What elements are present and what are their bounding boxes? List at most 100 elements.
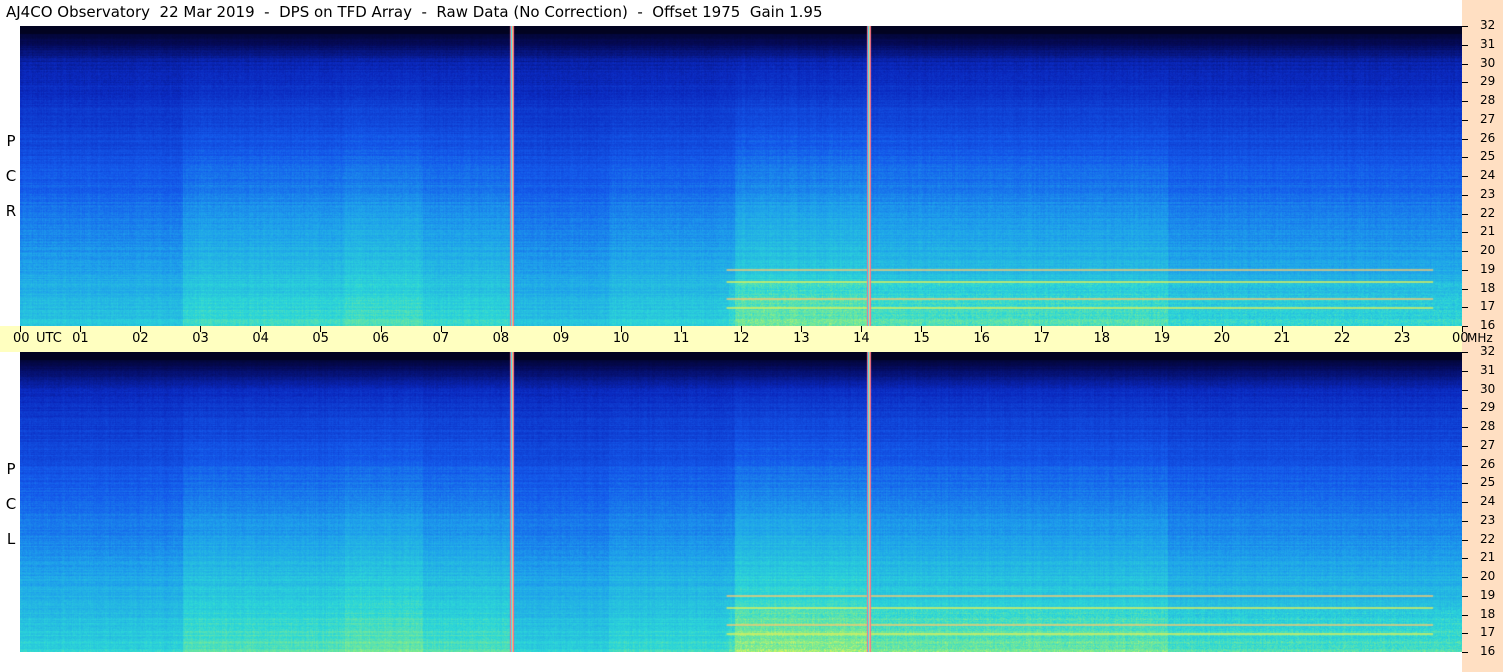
utc-tick-label: 03 [192,331,209,346]
x-axis-unit: MHz [1467,331,1493,345]
freq-tick-label: 20 [1480,243,1496,257]
freq-tick-label: 27 [1480,437,1496,452]
freq-tick [1462,539,1468,541]
freq-tick-label: 17 [1480,299,1496,314]
freq-tick-label: 31 [1480,362,1496,377]
freq-tick-label: 22 [1480,205,1496,220]
utc-tick-label: 02 [132,331,149,346]
spectrogram-rcp-canvas [20,26,1462,326]
utc-tick-label: 01 [72,331,89,346]
utc-tick-label: 04 [252,331,269,346]
freq-tick-label: 29 [1480,400,1496,415]
freq-tick [1462,483,1468,485]
utc-tick-label: 10 [612,331,630,346]
chart-title: AJ4CO Observatory 22 Mar 2019 - DPS on T… [6,3,823,21]
freq-tick [1462,633,1468,635]
freq-tick [1462,101,1468,102]
freq-tick-label: 25 [1480,475,1496,490]
freq-tick-label: 29 [1480,74,1496,89]
utc-tick-label: 19 [1153,331,1171,346]
utc-unit-label: UTC [36,331,62,346]
freq-tick-label: 26 [1480,456,1496,471]
spectrogram-lcp-canvas [20,352,1462,652]
freq-tick-label: 30 [1480,381,1496,396]
freq-tick [1462,520,1468,522]
freq-tick [1462,194,1468,196]
panel-label-letter: P [6,132,16,150]
freq-tick-label: 16 [1480,318,1496,332]
freq-tick-label: 23 [1480,186,1496,201]
freq-tick-label: 16 [1480,644,1496,658]
panel-label-letter: R [5,202,17,220]
utc-tick-label: 06 [372,331,390,346]
freq-tick [1462,614,1468,616]
freq-tick [1462,408,1468,410]
freq-tick-label: 19 [1480,261,1496,276]
freq-tick-label: 30 [1480,55,1496,70]
freq-tick-label: 17 [1480,625,1496,640]
utc-tick-label: 22 [1333,331,1351,346]
freq-tick-label: 32 [1480,18,1496,32]
utc-tick-label: 18 [1093,331,1111,346]
utc-tick-label: 16 [973,331,990,346]
freq-tick-label: 20 [1480,569,1496,583]
freq-tick-label: 26 [1480,130,1496,145]
freq-tick [1462,288,1468,290]
freq-tick-label: 21 [1480,550,1496,565]
freq-tick-label: 24 [1480,494,1496,508]
freq-tick [1462,370,1468,372]
utc-tick-label: 20 [1213,331,1231,346]
freq-tick-label: 23 [1480,512,1496,527]
freq-tick [1462,26,1468,27]
freq-tick-label: 25 [1480,149,1496,164]
freq-tick-label: 22 [1480,531,1496,546]
utc-tick-label: 08 [492,331,510,346]
freq-tick [1462,82,1468,84]
utc-tick-label: 05 [312,331,329,346]
freq-tick [1462,502,1468,503]
freq-tick [1462,464,1468,466]
freq-tick-label: 32 [1480,344,1496,358]
freq-tick-label: 28 [1480,93,1496,107]
freq-tick [1462,427,1468,428]
freq-tick [1462,595,1468,597]
utc-tick-label: 00 [13,331,30,346]
panel-label-lcp: L C P [0,458,20,548]
freq-tick [1462,63,1468,65]
freq-tick [1462,213,1468,215]
utc-tick-label: 12 [733,331,750,346]
freq-tick-label: 18 [1480,280,1496,295]
freq-tick-label: 28 [1480,419,1496,433]
utc-tick-label: 14 [853,331,870,346]
freq-tick-label: 31 [1480,36,1496,51]
panel-label-rcp: R C P [0,130,20,220]
freq-tick [1462,251,1468,252]
panel-label-letter: L [6,530,16,548]
freq-tick [1462,326,1468,327]
utc-tick-label: 17 [1033,331,1050,346]
freq-tick-label: 24 [1480,168,1496,182]
freq-tick-label: 21 [1480,224,1496,239]
utc-tick-label: 07 [432,331,450,346]
freq-tick [1462,119,1468,121]
utc-axis-band [0,326,1462,352]
utc-tick-label: 23 [1393,331,1411,346]
freq-tick [1462,352,1468,353]
panel-label-letter: C [5,167,17,185]
freq-tick [1462,176,1468,177]
freq-tick [1462,307,1468,309]
utc-tick-label: 11 [672,331,690,346]
utc-tick-label: 21 [1273,331,1291,346]
utc-tick-label: 15 [913,331,930,346]
freq-tick [1462,232,1468,234]
freq-tick [1462,445,1468,447]
freq-tick-label: 18 [1480,606,1496,621]
freq-tick [1462,138,1468,140]
panel-label-letter: P [6,460,16,478]
freq-tick [1462,157,1468,159]
freq-tick [1462,269,1468,271]
panel-label-letter: C [5,495,17,513]
freq-tick-label: 27 [1480,111,1496,126]
spectrogram-rcp [20,26,1462,326]
spectrogram-lcp [20,352,1462,652]
